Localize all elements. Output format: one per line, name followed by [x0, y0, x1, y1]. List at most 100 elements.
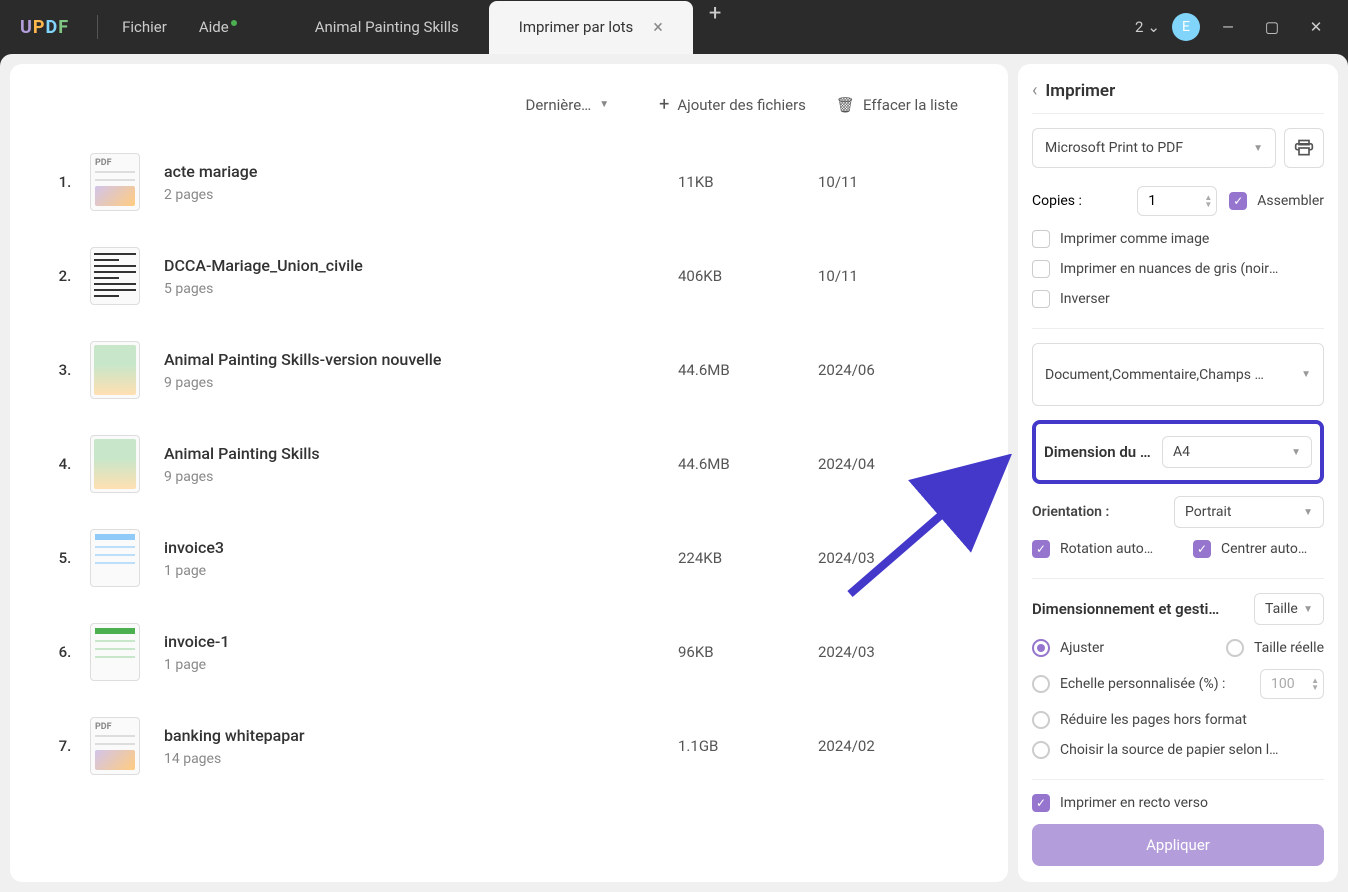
- file-size: 96KB: [678, 643, 818, 661]
- radio-icon: [1032, 639, 1050, 657]
- file-date: 10/11: [818, 267, 978, 285]
- file-row[interactable]: 2.DCCA-Mariage_Union_civile5 pages406KB1…: [40, 229, 978, 323]
- file-date: 2024/06: [818, 361, 978, 379]
- file-panel: Dernière… ▼ + Ajouter des fichiers 🗑 Eff…: [10, 64, 1008, 882]
- triangle-down-icon: ▼: [1303, 604, 1313, 615]
- file-row[interactable]: 4.Animal Painting Skills9 pages44.6MB202…: [40, 417, 978, 511]
- close-icon[interactable]: ×: [653, 17, 663, 38]
- tab-batch-print[interactable]: Imprimer par lots ×: [489, 1, 693, 54]
- file-row[interactable]: 7.PDFbanking whitepapar14 pages1.1GB2024…: [40, 699, 978, 793]
- file-row[interactable]: 3.Animal Painting Skills-version nouvell…: [40, 323, 978, 417]
- copies-input[interactable]: [1148, 193, 1188, 209]
- file-name: invoice3: [164, 538, 678, 557]
- orientation-row: Orientation : Portrait▼: [1032, 496, 1324, 528]
- file-pages: 5 pages: [164, 281, 678, 297]
- plus-icon: +: [659, 94, 669, 115]
- sort-label: Dernière…: [526, 96, 592, 114]
- scale-input[interactable]: [1271, 676, 1311, 692]
- file-thumbnail: [90, 247, 140, 305]
- clear-label: Effacer la liste: [863, 96, 958, 114]
- divider: [97, 15, 98, 39]
- spin-buttons[interactable]: ▲▼: [1311, 677, 1319, 691]
- notification-dot-icon: [231, 20, 237, 26]
- file-info: Animal Painting Skills-version nouvelle9…: [164, 350, 678, 391]
- dimension-select[interactable]: A4▼: [1162, 436, 1312, 468]
- file-date: 2024/02: [818, 737, 978, 755]
- add-files-button[interactable]: + Ajouter des fichiers: [659, 94, 806, 115]
- file-info: Animal Painting Skills9 pages: [164, 444, 678, 485]
- printer-row: Microsoft Print to PDF▼: [1032, 128, 1324, 168]
- label: Centrer auto…: [1221, 541, 1307, 557]
- file-index: 5.: [40, 549, 90, 567]
- checkbox-icon: ✓: [1193, 540, 1211, 558]
- file-row[interactable]: 1.PDFacte mariage2 pages11KB10/11: [40, 135, 978, 229]
- titlebar: UPDF Fichier Aide Animal Painting Skills…: [0, 0, 1348, 54]
- sizing-header: Dimensionnement et gesti… Taille▼: [1032, 593, 1324, 625]
- sizing-value: Taille: [1265, 601, 1298, 617]
- shrink-radio[interactable]: Réduire les pages hors format: [1032, 711, 1324, 729]
- maximize-button[interactable]: ▢: [1256, 11, 1288, 43]
- file-info: DCCA-Mariage_Union_civile5 pages: [164, 256, 678, 297]
- file-name: Animal Painting Skills: [164, 444, 678, 463]
- separator: [1032, 328, 1324, 329]
- file-thumbnail: [90, 623, 140, 681]
- orientation-value: Portrait: [1185, 504, 1231, 520]
- sizing-select[interactable]: Taille ▼: [1254, 593, 1324, 625]
- print-as-image-checkbox[interactable]: Imprimer comme image: [1032, 230, 1324, 248]
- add-tab-button[interactable]: +: [693, 1, 737, 54]
- spin-buttons[interactable]: ▲▼: [1204, 194, 1212, 208]
- auto-center-checkbox[interactable]: ✓ Centrer auto…: [1193, 540, 1324, 558]
- avatar[interactable]: E: [1172, 13, 1200, 41]
- copies-spinner[interactable]: ▲▼: [1137, 186, 1217, 216]
- duplex-checkbox[interactable]: ✓Imprimer en recto verso: [1032, 794, 1324, 812]
- fit-radio[interactable]: Ajuster: [1032, 639, 1104, 657]
- printer-select[interactable]: Microsoft Print to PDF▼: [1032, 128, 1276, 168]
- file-row[interactable]: 6.invoice-11 page96KB2024/03: [40, 605, 978, 699]
- sort-dropdown[interactable]: Dernière… ▼: [526, 96, 610, 114]
- tab-label: Imprimer par lots: [519, 18, 634, 36]
- separator: [1032, 779, 1324, 780]
- file-date: 2024/03: [818, 643, 978, 661]
- file-date: 2024/04: [818, 455, 978, 473]
- file-size: 11KB: [678, 173, 818, 191]
- file-thumbnail: [90, 435, 140, 493]
- file-index: 6.: [40, 643, 90, 661]
- triangle-down-icon: ▼: [1303, 507, 1313, 518]
- tab-animal-painting[interactable]: Animal Painting Skills: [285, 1, 489, 54]
- label: Réduire les pages hors format: [1060, 712, 1247, 728]
- content-select[interactable]: Document,Commentaire,Champs …▼: [1032, 343, 1324, 406]
- label: Taille réelle: [1254, 640, 1324, 656]
- scale-spinner[interactable]: ▲▼: [1260, 669, 1324, 699]
- orientation-select[interactable]: Portrait ▼: [1174, 496, 1324, 528]
- menu-file[interactable]: Fichier: [106, 18, 183, 36]
- auto-options: ✓Rotation auto… ✓ Centrer auto…: [1032, 540, 1324, 570]
- actual-size-radio[interactable]: Taille réelle: [1226, 639, 1324, 657]
- dimension-label: Dimension du …: [1044, 443, 1151, 461]
- file-name: Animal Painting Skills-version nouvelle: [164, 350, 678, 369]
- grayscale-checkbox[interactable]: Imprimer en nuances de gris (noir et …: [1032, 260, 1324, 278]
- menu-help[interactable]: Aide: [183, 18, 245, 36]
- trash-icon: 🗑: [836, 96, 855, 114]
- dimension-value: A4: [1173, 444, 1190, 460]
- paper-source-radio[interactable]: Choisir la source de papier selon le f…: [1032, 741, 1324, 759]
- file-index: 2.: [40, 267, 90, 285]
- file-row[interactable]: 5.invoice31 page224KB2024/03: [40, 511, 978, 605]
- print-button[interactable]: [1284, 128, 1324, 168]
- auto-rotate-checkbox[interactable]: ✓Rotation auto…: [1032, 540, 1163, 558]
- clear-list-button[interactable]: 🗑 Effacer la liste: [836, 96, 958, 114]
- content-value: Document,Commentaire,Champs …: [1045, 367, 1264, 383]
- file-thumbnail: PDF: [90, 717, 140, 775]
- invert-checkbox[interactable]: Inverser: [1032, 290, 1324, 308]
- apply-button[interactable]: Appliquer: [1032, 824, 1324, 866]
- assemble-checkbox[interactable]: ✓ Assembler: [1229, 192, 1324, 210]
- close-button[interactable]: ✕: [1300, 11, 1332, 43]
- label: Rotation auto…: [1060, 541, 1153, 557]
- file-pages: 1 page: [164, 563, 678, 579]
- checkbox-icon: [1032, 230, 1050, 248]
- chevron-down-icon: ⌄: [1147, 18, 1160, 36]
- user-count[interactable]: 2 ⌄: [1135, 18, 1160, 36]
- custom-scale-radio[interactable]: Echelle personnalisée (%) : ▲▼: [1032, 669, 1324, 699]
- minimize-button[interactable]: —: [1212, 11, 1244, 43]
- count-label: 2: [1135, 18, 1143, 36]
- back-chevron-icon[interactable]: ‹: [1032, 80, 1037, 101]
